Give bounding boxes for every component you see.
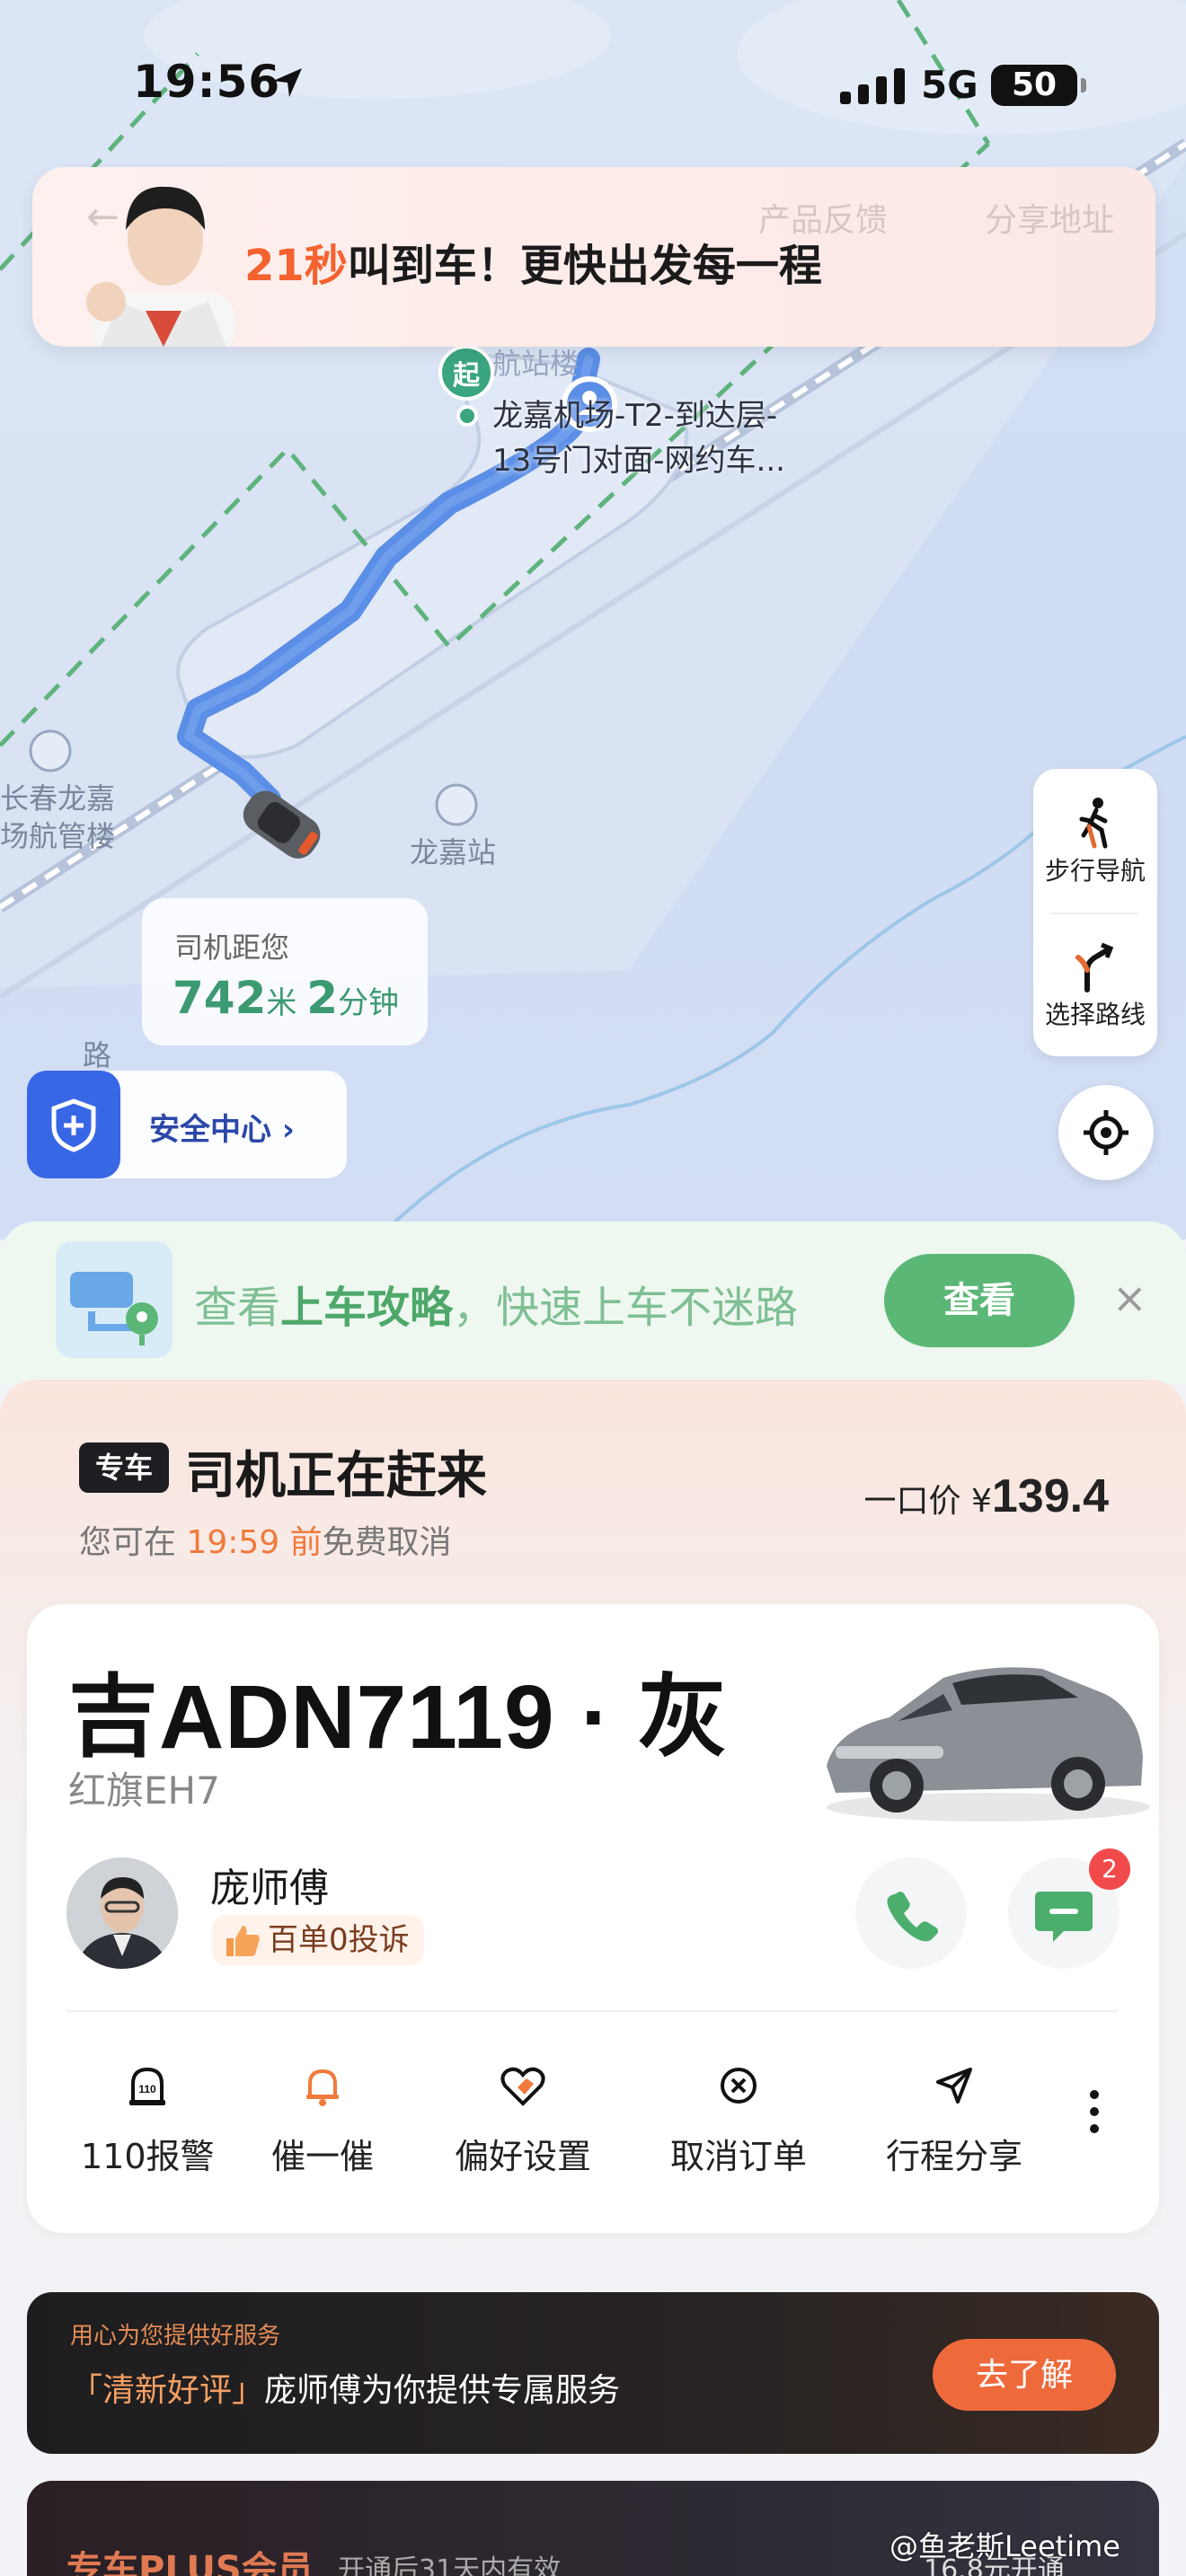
status-time: 19:56 — [133, 56, 281, 108]
thumbs-up-icon — [226, 1926, 260, 1956]
action-preferences-label: 偏好设置 — [455, 2137, 592, 2176]
action-share-trip-label: 行程分享 — [886, 2137, 1023, 2176]
action-urge[interactable]: 催一催 — [271, 2064, 374, 2178]
action-share-trip[interactable]: 行程分享 — [886, 2064, 1022, 2178]
map-label-terminal: 长春龙嘉 场航管楼 — [0, 781, 116, 853]
action-police-label: 110报警 — [81, 2137, 215, 2176]
map-label-road: 路 — [83, 1038, 112, 1072]
start-pin: 起 — [438, 345, 494, 401]
action-cancel-order[interactable]: 取消订单 — [670, 2064, 807, 2178]
car-model: 红旗EH7 — [68, 1769, 220, 1813]
learn-more-button[interactable]: 去了解 — [933, 2339, 1116, 2411]
choose-route-button[interactable]: 选择路线 — [1033, 913, 1157, 1056]
locate-me-button[interactable] — [1058, 1085, 1154, 1180]
shield-icon — [27, 1071, 120, 1178]
driver-card: 吉ADN7119 · 灰 红旗EH7 庞师傅 百单0投诉 2 110 110报警… — [27, 1604, 1159, 2233]
more-vertical-icon[interactable] — [1087, 2089, 1102, 2134]
service-promo-text: 「清新好评」庞师傅为你提供专属服务 — [70, 2372, 621, 2409]
svg-text:110: 110 — [139, 2083, 157, 2095]
action-cancel-order-label: 取消订单 — [670, 2137, 808, 2176]
bell-icon — [306, 2069, 339, 2106]
close-icon[interactable]: × — [1112, 1274, 1147, 1322]
driver-rating-badge: 百单0投诉 — [212, 1915, 424, 1965]
boarding-tip-text: 查看上车攻略，快速上车不迷路 — [194, 1283, 799, 1333]
boarding-tip-bar[interactable]: 查看上车攻略，快速上车不迷路 查看 × — [0, 1222, 1186, 1383]
free-cancel-tip: 您可在 19:59 前免费取消 — [79, 1524, 452, 1561]
promo-banner[interactable]: ← 产品反馈 分享地址 21秒叫到车！更快出发每一程 — [32, 167, 1155, 347]
map-view[interactable]: 19:56 5G 50 ← 产品反馈 分享地址 21秒叫到车！更快出发每一程 航… — [0, 0, 1186, 1239]
driver-car-marker-icon — [243, 790, 321, 859]
walk-nav-button[interactable]: 步行导航 — [1033, 769, 1157, 913]
status-bar: 19:56 5G 50 — [0, 0, 1186, 171]
network-type: 5G — [921, 63, 978, 107]
call-driver-button[interactable] — [855, 1857, 967, 1969]
location-arrow-icon — [273, 68, 302, 97]
map-label-terminal-faint: 航站楼 — [492, 347, 580, 381]
heart-icon — [500, 2067, 545, 2106]
walk-nav-label: 步行导航 — [1044, 856, 1146, 886]
paper-plane-icon — [936, 2068, 972, 2104]
driver-avatar[interactable] — [66, 1857, 178, 1969]
view-guide-button[interactable]: 查看 — [884, 1254, 1075, 1347]
car-image — [827, 1667, 1150, 1822]
nav-tools-card: 步行导航 选择路线 — [1033, 769, 1157, 1056]
action-urge-label: 催一催 — [271, 2137, 375, 2176]
order-status-title: 司机正在赶来 — [185, 1447, 487, 1505]
distance-value: 742米 2分钟 — [173, 972, 399, 1024]
battery-indicator: 50 — [991, 65, 1086, 106]
card-divider — [66, 2010, 1118, 2012]
driver-name: 庞师傅 — [210, 1866, 329, 1911]
action-preferences[interactable]: 偏好设置 — [455, 2064, 591, 2178]
pickup-location-label[interactable]: 龙嘉机场-T2-到达层- 13号门对面-网约车... — [492, 393, 785, 483]
crosshair-icon — [1084, 1110, 1128, 1155]
driver-distance-card: 司机距您 742米 2分钟 — [142, 898, 428, 1045]
police-siren-icon: 110 — [129, 2067, 166, 2105]
cancel-circle-icon — [721, 2068, 757, 2104]
choose-route-label: 选择路线 — [1044, 1000, 1146, 1029]
safety-center-label: 安全中心 › — [149, 1112, 295, 1148]
map-label-station: 龙嘉站 — [410, 835, 497, 869]
membership-subtitle: 开通后31天内有效 — [338, 2554, 562, 2576]
phone-icon — [887, 1892, 938, 1942]
service-type-badge: 专车 — [79, 1442, 169, 1493]
route-fork-icon — [1075, 942, 1114, 992]
distance-label: 司机距您 — [174, 931, 290, 965]
watermark: @鱼老斯Leetime — [890, 2529, 1120, 2563]
fixed-price[interactable]: 一口价 ¥139.4 — [864, 1469, 1110, 1523]
membership-title: 专车PLUS会员 — [66, 2549, 314, 2576]
unread-message-badge: 2 — [1089, 1848, 1130, 1890]
share-address-faint-label: 分享地址 — [985, 202, 1115, 239]
service-promo-card[interactable]: 用心为您提供好服务 「清新好评」庞师傅为你提供专属服务 去了解 — [27, 2292, 1159, 2454]
license-plate: 吉ADN7119 · 灰 — [68, 1667, 729, 1768]
service-promo-subtitle: 用心为您提供好服务 — [70, 2323, 281, 2350]
action-police[interactable]: 110 110报警 — [81, 2064, 215, 2178]
spokesperson-image — [86, 186, 235, 347]
safety-center-button[interactable]: 安全中心 › — [27, 1071, 347, 1178]
walking-person-icon — [1079, 798, 1108, 849]
boarding-guide-icon — [56, 1241, 173, 1358]
banner-text: 21秒叫到车！更快出发每一程 — [244, 241, 822, 291]
cellular-signal-icon — [840, 68, 905, 104]
